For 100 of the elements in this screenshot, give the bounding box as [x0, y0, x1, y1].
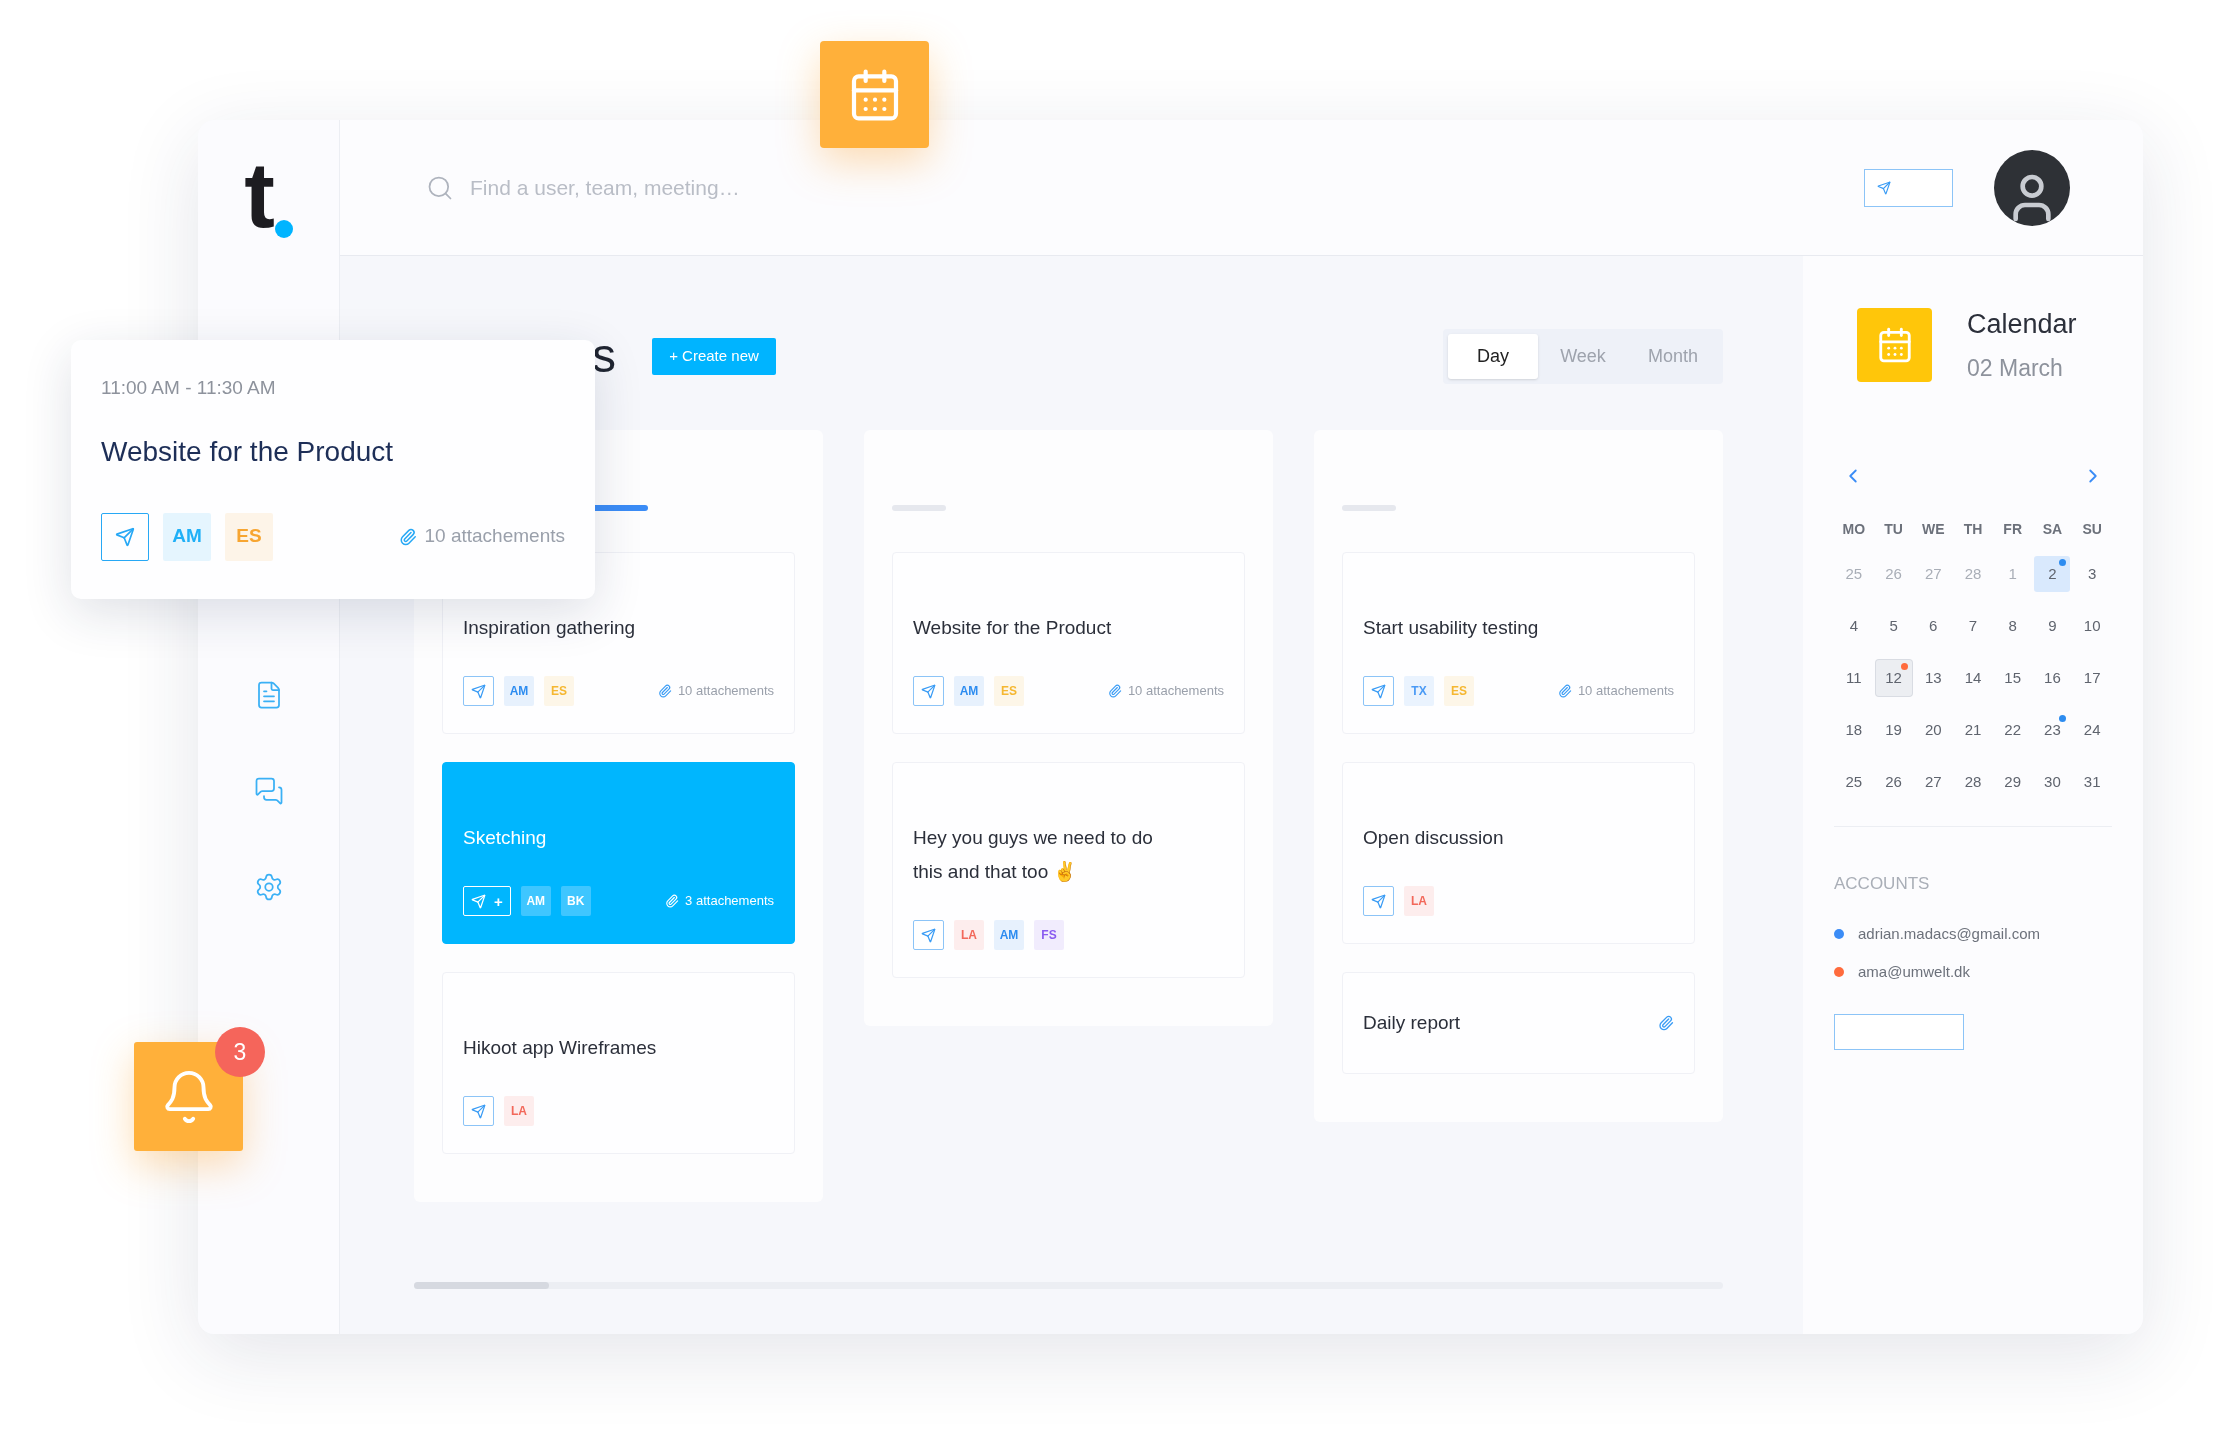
task-card[interactable]: Hikoot app Wireframes LA — [442, 972, 795, 1154]
card-title: Hikoot app Wireframes — [463, 1036, 658, 1060]
calendar-day[interactable]: 13 — [1915, 660, 1952, 696]
calendar-day[interactable]: 5 — [1875, 608, 1912, 644]
initials-tag: TX — [1404, 676, 1434, 706]
calendar-day[interactable]: 21 — [1955, 712, 1991, 748]
account-email[interactable]: ama@umwelt.dk — [1858, 961, 1970, 984]
calendar-day[interactable]: 3 — [2074, 556, 2111, 592]
send-icon — [921, 683, 936, 699]
send-icon — [1371, 683, 1386, 699]
calendar-day[interactable]: 2 — [2034, 556, 2071, 592]
weekday-label: SU — [2081, 520, 2103, 539]
calendar-day[interactable]: 23 — [2034, 712, 2071, 748]
calendar-day[interactable]: 7 — [1955, 608, 1991, 644]
calendar-day[interactable]: 30 — [2034, 764, 2071, 800]
calendar-title: Calendar — [1967, 308, 2077, 341]
weekday-label: MO — [1841, 520, 1867, 539]
chat-icon[interactable] — [253, 776, 284, 806]
calendar-day[interactable]: 24 — [2074, 712, 2111, 748]
calendar-day[interactable]: 9 — [2034, 608, 2071, 644]
send-button[interactable] — [463, 676, 494, 706]
attachments-count: 3 attachements — [685, 892, 774, 911]
page-title: s — [592, 332, 616, 380]
card-title: Start usability testing — [1363, 616, 1540, 640]
initials-tag: AM — [163, 512, 211, 561]
weekday-label: TU — [1883, 520, 1904, 539]
send-icon — [471, 1103, 486, 1119]
task-card[interactable]: Open discussion LA — [1342, 762, 1695, 944]
initials-tag: FS — [1034, 920, 1064, 950]
calendar-day[interactable]: 31 — [2074, 764, 2111, 800]
calendar-day[interactable]: 29 — [1994, 764, 2031, 800]
calendar-day[interactable]: 12 — [1875, 660, 1912, 696]
send-icon — [471, 683, 486, 699]
initials-tag: ES — [225, 512, 273, 561]
calendar-day[interactable]: 28 — [1955, 764, 1991, 800]
calendar-day[interactable]: 4 — [1835, 608, 1872, 644]
calendar-day[interactable]: 14 — [1955, 660, 1991, 696]
calendar-day[interactable]: 16 — [2034, 660, 2071, 696]
send-button[interactable] — [1864, 168, 1953, 207]
paperclip-icon — [1658, 1015, 1674, 1031]
task-card[interactable]: Hey you guys we need to do this and that too ✌ LA AM FS — [892, 762, 1245, 978]
calendar-day[interactable]: 8 — [1994, 608, 2031, 644]
send-icon — [921, 927, 936, 943]
send-button[interactable] — [913, 676, 944, 706]
task-card[interactable]: Daily report — [1342, 972, 1695, 1074]
initials-tag: AM — [994, 920, 1024, 950]
calendar-day[interactable]: 18 — [1835, 712, 1872, 748]
calendar-day[interactable]: 27 — [1915, 764, 1952, 800]
scrollbar-thumb[interactable] — [414, 1282, 549, 1289]
paperclip-icon — [657, 684, 672, 698]
calendar-date: 02 March — [1967, 353, 2064, 383]
attachments-count: 10 attachements — [1127, 682, 1224, 701]
logo[interactable]: t — [244, 150, 275, 240]
paperclip-icon — [665, 894, 680, 908]
calendar-day[interactable]: 26 — [1875, 764, 1912, 800]
calendar-day[interactable]: 15 — [1994, 660, 2031, 696]
view-tab[interactable]: Day — [1448, 333, 1538, 379]
initials-tag: AM — [504, 676, 534, 706]
calendar-day[interactable]: 10 — [2074, 608, 2111, 644]
weekday-label: SA — [2041, 520, 2064, 539]
input-field[interactable] — [1834, 1013, 1964, 1050]
task-card[interactable]: Website for the Product AM ES 10 attachements — [892, 552, 1245, 734]
paperclip-icon — [1557, 684, 1572, 698]
card-title: Daily report — [1363, 1011, 1461, 1035]
send-button[interactable] — [463, 1096, 494, 1126]
send-button[interactable] — [1363, 886, 1394, 916]
initials-tag: LA — [954, 920, 984, 950]
card-title: Sketching — [463, 826, 548, 850]
accounts-heading: ACCOUNTS — [1834, 873, 1931, 895]
task-card[interactable]: Start usability testing TX ES 10 attachements — [1342, 552, 1695, 734]
initials-tag: ES — [544, 676, 574, 706]
send-button[interactable] — [1363, 676, 1394, 706]
attachments-count: 10 attachements — [424, 524, 565, 549]
card-title: Open discussion — [1363, 826, 1505, 850]
initials-tag: LA — [1404, 886, 1434, 916]
weekday-label: FR — [2002, 520, 2024, 539]
send-button[interactable] — [101, 512, 149, 561]
search-field[interactable]: Find a user, team, meeting… — [470, 171, 1070, 204]
calendar-day[interactable]: 6 — [1915, 608, 1952, 644]
weekday-label: TH — [1962, 520, 1984, 539]
calendar-day[interactable]: 11 — [1835, 660, 1872, 696]
account-email[interactable]: adrian.madacs@gmail.com — [1858, 922, 2040, 945]
send-icon — [1371, 893, 1386, 909]
send-icon — [471, 893, 486, 909]
card-title: Website for the Product — [913, 616, 1113, 640]
send-button[interactable] — [913, 920, 944, 950]
initials-tag: AM — [954, 676, 984, 706]
calendar-day[interactable]: 22 — [1994, 712, 2031, 748]
attachments-count: 10 attachements — [677, 682, 774, 701]
calendar-day[interactable]: 19 — [1875, 712, 1912, 748]
initials-tag: BK — [560, 886, 591, 916]
attachments-count: 10 attachements — [1577, 682, 1674, 701]
paperclip-icon — [1107, 684, 1122, 698]
initials-tag: ES — [994, 676, 1024, 706]
calendar-day[interactable]: 17 — [2074, 660, 2111, 696]
send-icon — [1877, 180, 1891, 195]
weekday-label: WE — [1921, 520, 1946, 539]
send-icon — [115, 526, 135, 547]
calendar-day[interactable]: 25 — [1835, 764, 1872, 800]
calendar-day[interactable]: 20 — [1915, 712, 1952, 748]
